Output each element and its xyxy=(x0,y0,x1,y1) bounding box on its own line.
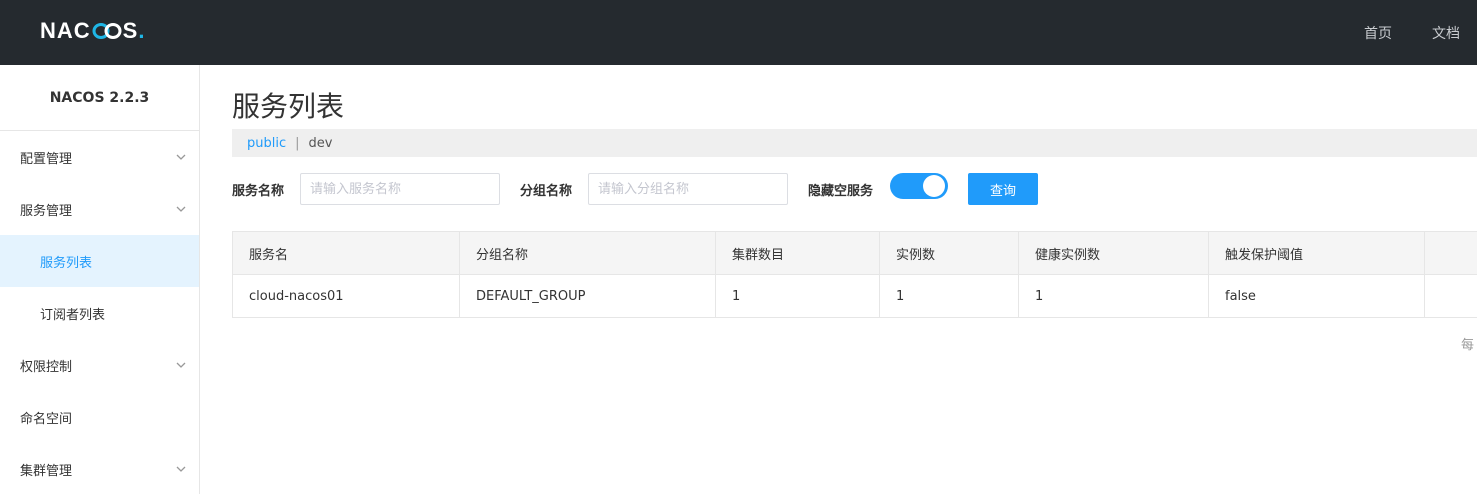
nav-docs-link[interactable]: 文档 xyxy=(1432,0,1460,65)
logo-infinity-icon xyxy=(92,22,122,40)
sidebar-item-config-management[interactable]: 配置管理 xyxy=(0,131,199,183)
cell-cluster-count: 1 xyxy=(716,275,880,318)
nav-home-link[interactable]: 首页 xyxy=(1364,0,1392,65)
chevron-down-icon xyxy=(175,359,187,371)
sidebar-item-label: 服务管理 xyxy=(20,200,72,219)
sidebar-item-label: 订阅者列表 xyxy=(40,304,105,323)
column-header[interactable]: 触发保护阈值 xyxy=(1209,232,1425,275)
table-header-row: 服务名 分组名称 集群数目 实例数 健康实例数 触发保护阈值 xyxy=(233,232,1477,275)
cell-protect-threshold: false xyxy=(1209,275,1425,318)
hide-empty-toggle[interactable] xyxy=(890,173,948,199)
cell-healthy-instance-count: 1 xyxy=(1019,275,1209,318)
service-table: 服务名 分组名称 集群数目 实例数 健康实例数 触发保护阈值 cloud-nac… xyxy=(232,231,1477,318)
sidebar-item-label: 配置管理 xyxy=(20,148,72,167)
service-name-input[interactable] xyxy=(300,173,500,205)
group-name-input[interactable] xyxy=(588,173,788,205)
namespace-separator: | xyxy=(295,136,299,151)
nacos-logo[interactable]: NA C S. xyxy=(40,19,144,43)
namespace-bar: public | dev xyxy=(232,129,1477,157)
column-header[interactable]: 分组名称 xyxy=(460,232,716,275)
column-header xyxy=(1425,232,1477,275)
sidebar: NACOS 2.2.3 配置管理 服务管理 服务列表 订阅者列表 权限控制 命名… xyxy=(0,65,200,494)
group-name-label: 分组名称 xyxy=(520,173,572,205)
sidebar-item-subscriber-list[interactable]: 订阅者列表 xyxy=(0,287,199,339)
query-button[interactable]: 查询 xyxy=(968,173,1038,205)
pagination-size-label: 每 xyxy=(1461,334,1474,353)
toggle-knob xyxy=(923,175,945,197)
hide-empty-label: 隐藏空服务 xyxy=(808,173,873,205)
table-row[interactable]: cloud-nacos01 DEFAULT_GROUP 1 1 1 false xyxy=(233,275,1477,318)
cell-service-name: cloud-nacos01 xyxy=(233,275,460,318)
sidebar-item-service-management[interactable]: 服务管理 xyxy=(0,183,199,235)
top-navbar: NA C S. 首页 文档 xyxy=(0,0,1477,65)
chevron-down-icon xyxy=(175,203,187,215)
sidebar-item-label: 权限控制 xyxy=(20,356,72,375)
sidebar-item-cluster-management[interactable]: 集群管理 xyxy=(0,443,199,495)
column-header[interactable]: 实例数 xyxy=(880,232,1019,275)
chevron-down-icon xyxy=(175,151,187,163)
page-title: 服务列表 xyxy=(232,85,344,125)
namespace-public-link[interactable]: public xyxy=(247,136,286,151)
cell-group-name: DEFAULT_GROUP xyxy=(460,275,716,318)
sidebar-item-namespace[interactable]: 命名空间 xyxy=(0,391,199,443)
chevron-down-icon xyxy=(175,463,187,475)
column-header[interactable]: 集群数目 xyxy=(716,232,880,275)
sidebar-item-label: 集群管理 xyxy=(20,460,72,479)
cell-instance-count: 1 xyxy=(880,275,1019,318)
sidebar-item-label: 服务列表 xyxy=(40,252,92,271)
sidebar-item-access-control[interactable]: 权限控制 xyxy=(0,339,199,391)
namespace-dev-link[interactable]: dev xyxy=(309,136,333,151)
service-name-label: 服务名称 xyxy=(232,173,284,205)
column-header[interactable]: 服务名 xyxy=(233,232,460,275)
column-header[interactable]: 健康实例数 xyxy=(1019,232,1209,275)
sidebar-item-service-list[interactable]: 服务列表 xyxy=(0,235,199,287)
cell-actions[interactable] xyxy=(1425,275,1477,318)
sidebar-item-label: 命名空间 xyxy=(20,408,72,427)
version-label: NACOS 2.2.3 xyxy=(0,65,199,131)
filter-bar: 服务名称 分组名称 隐藏空服务 查询 xyxy=(232,173,1477,205)
